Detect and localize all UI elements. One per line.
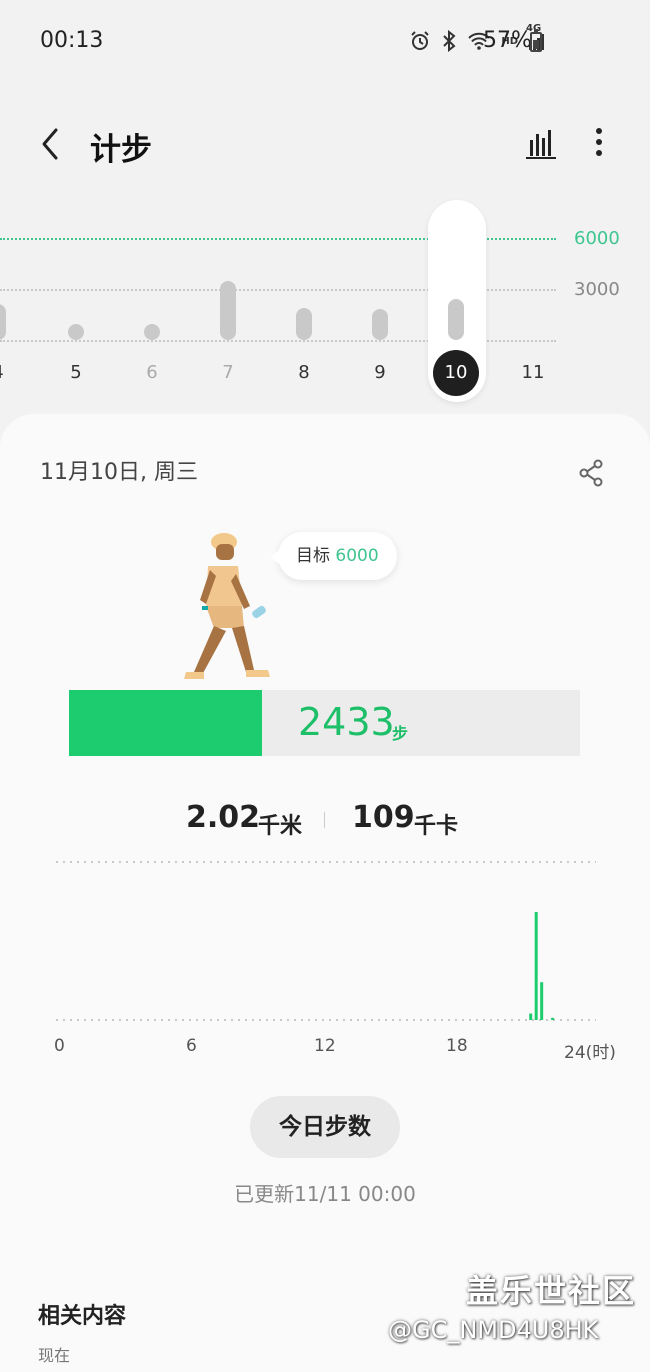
status-bar: 00:13 HD 4G 57% <box>0 0 650 84</box>
status-time: 00:13 <box>40 28 104 53</box>
mid-axis-label: 3000 <box>574 279 620 300</box>
day-bar-6 <box>144 324 160 340</box>
trends-button[interactable] <box>524 126 558 160</box>
day-detail-card: 11月10日, 周三 目标 6000 2433 步 2.02 千米 109 千卡… <box>0 414 650 1372</box>
bar-chart-icon <box>526 130 556 159</box>
hour-label-18: 18 <box>446 1036 468 1056</box>
distance-unit: 千米 <box>258 814 303 839</box>
hour-label-6: 6 <box>186 1036 197 1056</box>
day-bar-10 <box>448 298 464 340</box>
related-content-title: 相关内容 <box>38 1304 127 1329</box>
calories-value: 109 <box>352 800 415 835</box>
day-bar-7 <box>220 280 236 340</box>
hour-label-0: 0 <box>54 1036 65 1056</box>
day-label-10: 10 <box>433 350 479 396</box>
back-button[interactable] <box>34 124 68 164</box>
hour-label-12: 12 <box>314 1036 336 1056</box>
goal-label: 目标 <box>296 546 330 566</box>
hourly-bar <box>534 912 538 1020</box>
day-label-5: 5 <box>70 362 82 383</box>
day-label-4: 4 <box>0 362 18 383</box>
today-steps-button[interactable]: 今日步数 <box>250 1096 400 1158</box>
battery-icon <box>530 29 542 52</box>
hourly-steps-chart <box>56 854 596 1021</box>
goal-bubble: 目标 6000 <box>270 532 397 580</box>
page-title: 计步 <box>90 132 152 168</box>
app-header: 计步 <box>0 110 650 180</box>
battery-percent: 57% <box>483 28 532 53</box>
day-bar-8 <box>296 307 312 340</box>
goal-value: 6000 <box>335 546 379 566</box>
day-label-8: 8 <box>298 362 310 383</box>
alarm-icon <box>409 30 431 52</box>
watermark-handle: @GC_NMD4U8HK <box>388 1316 599 1344</box>
hourly-bar <box>529 1013 533 1020</box>
hourly-bar <box>540 982 544 1020</box>
card-date: 11月10日, 周三 <box>40 460 198 485</box>
share-button[interactable] <box>576 458 606 488</box>
goal-axis-label: 6000 <box>574 228 620 249</box>
calories-unit: 千卡 <box>414 814 459 839</box>
weekly-steps-chart: 6000 3000 4 5 6 7 8 9 10 11 <box>0 196 650 406</box>
day-label-6: 6 <box>146 362 158 383</box>
day-bar-9 <box>372 309 388 340</box>
hour-label-24: 24(时) <box>564 1043 616 1063</box>
day-label-7: 7 <box>222 362 234 383</box>
more-vertical-icon <box>596 128 602 156</box>
day-label-11: 11 <box>521 362 545 383</box>
share-icon <box>579 459 603 487</box>
hourly-bar <box>551 1017 555 1020</box>
step-progress-fill <box>69 690 262 756</box>
more-options-button[interactable] <box>584 124 614 160</box>
related-content-subtitle: 现在 <box>38 1346 71 1365</box>
activity-stats: 2.02 千米 109 千卡 <box>0 800 650 840</box>
chevron-left-icon <box>42 128 58 160</box>
step-unit: 步 <box>392 724 409 743</box>
day-bar-5 <box>68 324 84 340</box>
bluetooth-icon <box>441 30 457 52</box>
stats-divider <box>324 812 325 828</box>
step-count: 2433 <box>298 700 395 744</box>
watermark-title: 盖乐世社区 <box>466 1272 637 1310</box>
day-label-9: 9 <box>374 362 386 383</box>
updated-time: 已更新11/11 00:00 <box>234 1182 416 1206</box>
distance-value: 2.02 <box>186 800 261 835</box>
day-bar-4 <box>0 304 6 340</box>
